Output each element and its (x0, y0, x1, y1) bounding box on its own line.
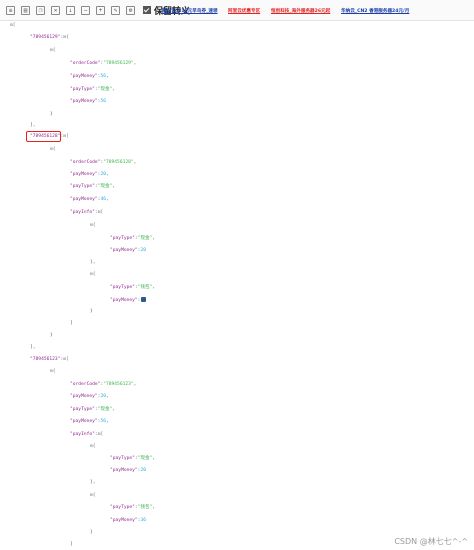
tree-field: "payType":"现金", (110, 456, 156, 461)
tree-field: "payMoney":56 (70, 99, 106, 104)
close-brace: } (50, 112, 53, 117)
node-toggle[interactable]: ⊟[ (98, 432, 104, 437)
tree-field: "payMoney":56, (70, 74, 109, 79)
close-bracket: ], (30, 123, 36, 128)
tree-node-key: "789456129":⊟{ (30, 35, 69, 40)
close-brace: }, (90, 260, 96, 265)
object-toggle[interactable]: ⊟{ (90, 272, 96, 278)
compress-icon[interactable]: ▤ (21, 5, 30, 15)
copy-icon[interactable]: ❐ (36, 5, 45, 15)
object-toggle[interactable]: ⊟{ (90, 444, 96, 450)
ad-link-huanan[interactable]: 华纳云_CN2 香港服务器24元/月 (341, 8, 409, 14)
root-toggle[interactable]: ⊟[ (10, 23, 16, 29)
tree-field: "payType":"钱包", (110, 505, 156, 510)
delete-icon[interactable]: ✕ (51, 5, 60, 15)
tree-field: "orderCode":"789456123", (70, 382, 137, 387)
close-brace: } (90, 530, 93, 535)
tree-field: "orderCode":"789456129", (70, 61, 137, 66)
ad-link-aliyun[interactable]: 阿里云优惠专区 (228, 8, 260, 14)
watermark: CSDN @林七七^-^ (394, 537, 468, 546)
object-toggle[interactable]: ⊟{ (50, 369, 56, 375)
close-brace: }, (90, 480, 96, 485)
object-toggle[interactable]: ⊟{ (50, 48, 56, 54)
expand-icon[interactable]: + (96, 5, 105, 15)
close-bracket: ] (70, 542, 73, 547)
ad-link-hengchuang[interactable]: 恒创科技_海外服务器26元起 (271, 8, 330, 14)
tree-field: "payType":"钱包", (110, 285, 156, 290)
collapse-icon[interactable]: − (81, 5, 90, 15)
tree-field: "payMoney":36 (110, 518, 146, 523)
close-bracket: ], (30, 345, 36, 350)
tree-field: "payMoney":56, (70, 419, 109, 424)
tree-field: "payMoney":20 (110, 468, 146, 473)
node-toggle[interactable]: ⊟{ (63, 35, 69, 40)
tree-field: "payType":"现金", (110, 236, 156, 241)
ad-link-tencent[interactable]: 腾讯云_618元早鸟券_速领 (162, 8, 218, 14)
download-icon[interactable]: ↓ (66, 5, 75, 15)
object-toggle[interactable]: ⊟{ (50, 147, 56, 153)
tree-field: "payMoney": (110, 297, 147, 304)
tree-field: "payType":"现金", (70, 407, 116, 412)
object-toggle[interactable]: ⊟{ (90, 223, 96, 229)
tree-node-key: "789456128":⊟[ (30, 134, 69, 139)
node-toggle[interactable]: ⊟[ (63, 134, 69, 139)
tree-field: "payMoney":46, (70, 197, 109, 202)
close-brace: } (50, 333, 53, 338)
object-toggle[interactable]: ⊟{ (90, 493, 96, 499)
tree-field: "payMoney":20, (70, 394, 109, 399)
tree-field: "orderCode":"789456128", (70, 160, 137, 165)
settings-icon[interactable]: ⚙ (126, 5, 135, 15)
tree-field: "payType":"现金", (70, 87, 116, 92)
format-icon[interactable]: ≡ (6, 5, 15, 15)
tree-field: "payType":"现金", (70, 184, 116, 189)
tree-field: "payInfo":⊟[ (70, 432, 104, 437)
close-bracket: ] (70, 321, 73, 326)
emoji-icon (141, 297, 147, 302)
node-toggle[interactable]: ⊟[ (63, 357, 69, 362)
edit-icon[interactable]: ✎ (111, 5, 120, 15)
tree-field: "payMoney":20 (110, 248, 146, 253)
node-toggle[interactable]: ⊟[ (98, 210, 104, 215)
keep-escape-checkbox[interactable] (143, 6, 151, 14)
close-brace: } (90, 309, 93, 314)
tree-node-key: "789456123":⊟[ (30, 357, 69, 362)
tree-field: "payInfo":⊟[ (70, 210, 104, 215)
tree-field: "payMoney":20, (70, 172, 109, 177)
